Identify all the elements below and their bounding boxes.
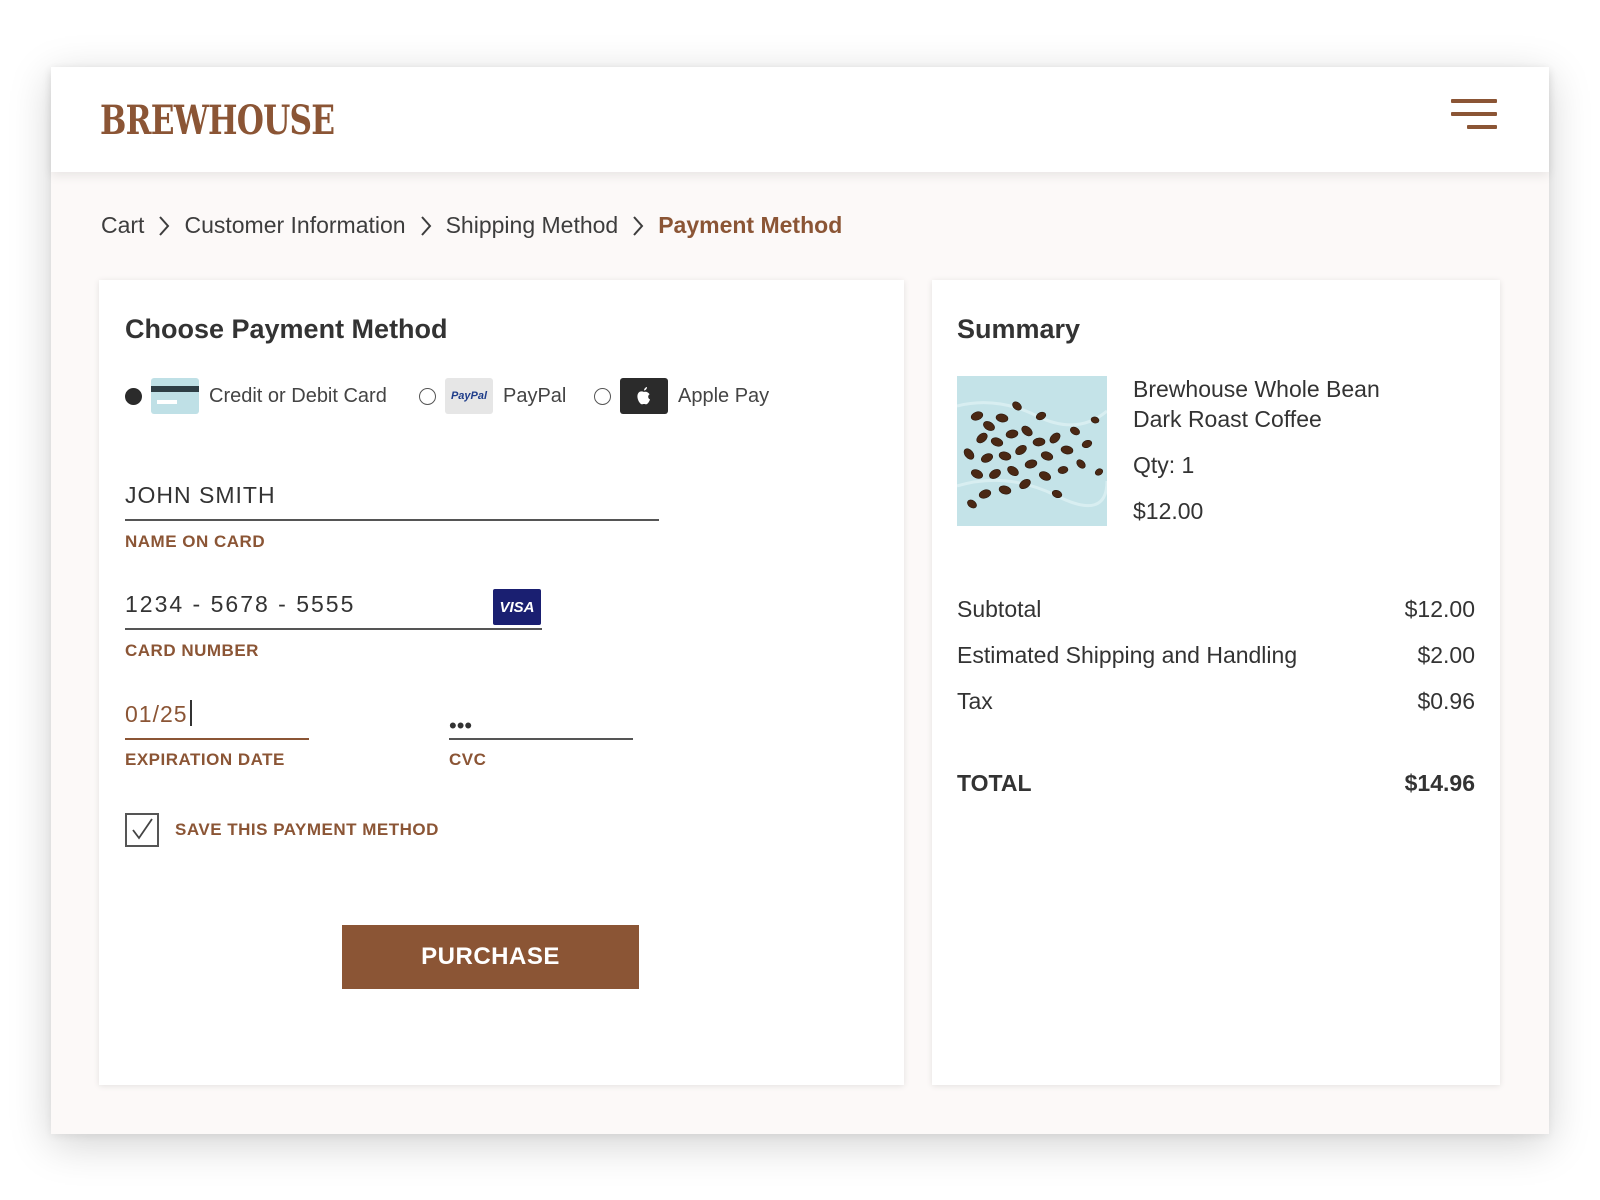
product-name-line2: Dark Roast Coffee xyxy=(1133,406,1322,432)
breadcrumb: Cart Customer Information Shipping Metho… xyxy=(101,212,842,239)
summary-row-subtotal: Subtotal $12.00 xyxy=(957,596,1475,622)
name-on-card-label: NAME ON CARD xyxy=(125,532,266,551)
payment-title: Choose Payment Method xyxy=(125,314,448,344)
method-label-apple-pay: Apple Pay xyxy=(678,384,770,407)
method-label-paypal: PayPal xyxy=(503,384,567,407)
breadcrumb-shipping-method[interactable]: Shipping Method xyxy=(446,212,619,239)
card-number-label: CARD NUMBER xyxy=(125,641,259,660)
save-payment-label[interactable]: SAVE THIS PAYMENT METHOD xyxy=(175,820,439,840)
app-window: BREWHOUSE Cart Customer Information Ship… xyxy=(51,67,1549,1134)
method-option-apple-pay[interactable]: Apple Pay xyxy=(594,377,769,415)
top-bar: BREWHOUSE xyxy=(51,67,1549,172)
summary-panel: Summary Brewhouse Whole Bean Dark Roast … xyxy=(932,280,1500,1085)
purchase-button[interactable]: PURCHASE xyxy=(342,925,639,989)
paypal-icon: PayPal xyxy=(445,378,493,414)
name-on-card-input[interactable]: JOHN SMITH xyxy=(125,482,659,521)
credit-card-icon xyxy=(151,378,199,414)
hamburger-menu-icon[interactable] xyxy=(1451,99,1499,139)
visa-icon: VISA xyxy=(493,589,541,625)
breadcrumb-customer-information[interactable]: Customer Information xyxy=(184,212,405,239)
summary-row-tax: Tax $0.96 xyxy=(957,688,1475,714)
brand-logo[interactable]: BREWHOUSE xyxy=(100,97,335,144)
breadcrumb-cart[interactable]: Cart xyxy=(101,212,144,239)
summary-row-total: TOTAL $14.96 xyxy=(957,770,1475,796)
apple-icon xyxy=(620,378,668,414)
radio-selected[interactable] xyxy=(125,387,142,405)
breadcrumb-payment-method: Payment Method xyxy=(658,212,843,238)
radio-unselected[interactable] xyxy=(594,387,611,405)
text-cursor xyxy=(189,700,192,726)
product-price: $12.00 xyxy=(1133,498,1204,524)
method-option-card[interactable]: Credit or Debit Card xyxy=(125,377,387,415)
method-option-paypal[interactable]: PayPal PayPal xyxy=(419,377,566,415)
cvc-label: CVC xyxy=(449,750,487,769)
cvc-input[interactable]: ••• xyxy=(449,700,633,740)
chevron-right-icon xyxy=(420,215,432,237)
summary-row-shipping: Estimated Shipping and Handling $2.00 xyxy=(957,642,1475,668)
summary-title: Summary xyxy=(957,314,1081,344)
product-qty: Qty: 1 xyxy=(1133,452,1195,478)
method-label-card: Credit or Debit Card xyxy=(209,384,387,407)
chevron-right-icon xyxy=(158,215,170,237)
chevron-right-icon xyxy=(632,215,644,237)
payment-panel: Choose Payment Method Credit or Debit Ca… xyxy=(99,280,904,1085)
expiration-date-label: EXPIRATION DATE xyxy=(125,750,285,769)
radio-unselected[interactable] xyxy=(419,387,436,405)
product-image xyxy=(957,376,1107,526)
save-payment-checkbox[interactable] xyxy=(125,813,159,847)
expiration-date-input[interactable]: 01/25 xyxy=(125,700,309,740)
card-number-input[interactable]: 1234 - 5678 - 5555 xyxy=(125,591,542,630)
checkmark-icon xyxy=(132,818,153,840)
product-name-line1: Brewhouse Whole Bean xyxy=(1133,376,1380,402)
